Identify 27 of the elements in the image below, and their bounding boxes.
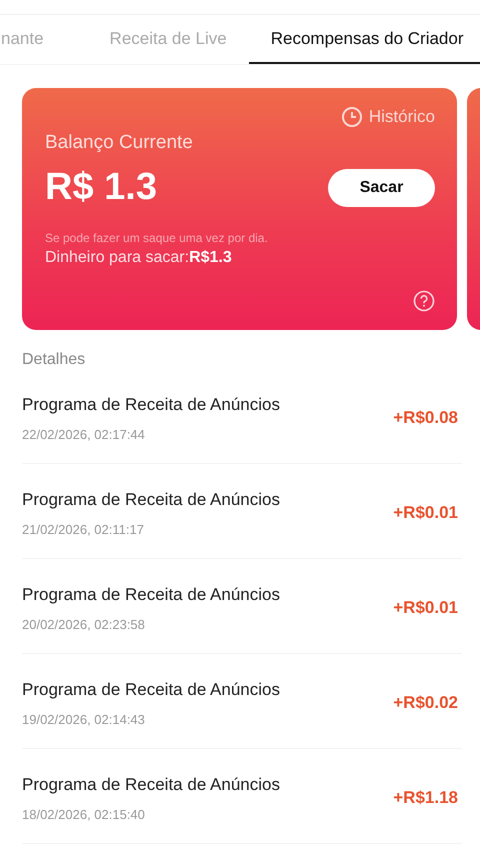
item-date: 19/02/2026, 02:14:43: [22, 712, 146, 726]
available-amount: Dinheiro para sacar:R$1.3: [45, 249, 233, 267]
item-date: 21/02/2026, 02:11:17: [22, 522, 145, 536]
item-title: Programa de Receita de Anúncios: [22, 584, 280, 604]
clock-icon: [340, 106, 363, 128]
item-title: Programa de Receita de Anúncios: [22, 490, 280, 510]
item-amount: +R$0.01: [393, 598, 458, 618]
item-title: Programa de Receita de Anúncios: [22, 394, 280, 414]
balance-amount: R$ 1.3: [45, 166, 157, 209]
tab[interactable]: nante: [0, 15, 88, 64]
item-title: Programa de Receita de Anúncios: [22, 680, 280, 700]
item-date: 22/02/2026, 02:17:44: [22, 426, 146, 442]
item-title: Programa de Receita de Anúncios: [22, 774, 280, 794]
item-date: 18/02/2026, 02:15:40: [22, 806, 146, 822]
tab[interactable]: Recompensas do Criador: [248, 15, 480, 64]
item-amount: +R$1.18: [393, 788, 458, 808]
item-amount: +R$0.08: [393, 408, 458, 428]
details-heading: Detalhes: [21, 350, 86, 369]
item-amount: +R$0.01: [393, 503, 458, 523]
item-amount: +R$0.02: [393, 693, 458, 713]
withdraw-note: Se pode fazer um saque uma vez por dia.: [45, 231, 269, 245]
history-link[interactable]: Histórico: [340, 106, 435, 128]
withdraw-button[interactable]: Sacar: [328, 168, 435, 206]
help-icon[interactable]: [413, 290, 435, 312]
balance-title: Balanço Currente: [45, 132, 194, 154]
tab[interactable]: Receita de Live: [88, 15, 249, 64]
item-date: 20/02/2026, 02:23:58: [22, 616, 146, 632]
